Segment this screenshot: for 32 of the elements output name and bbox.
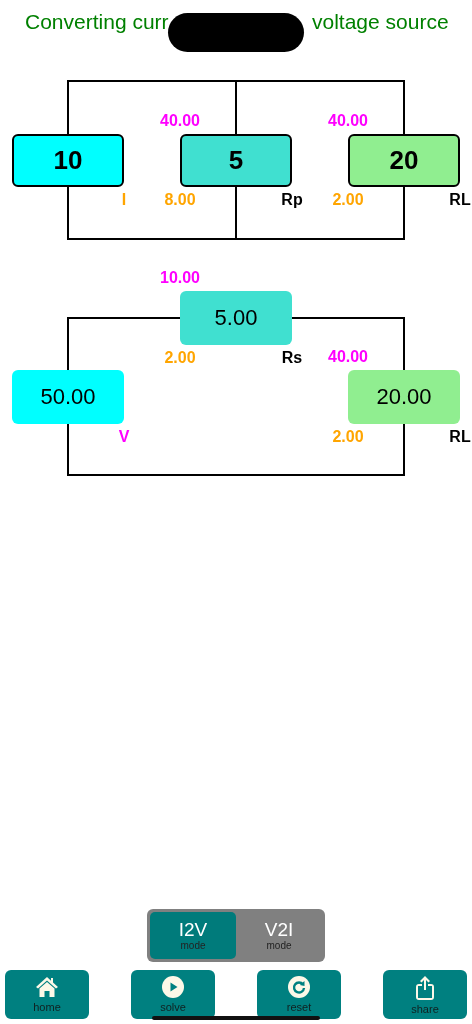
reset-icon — [288, 976, 310, 998]
resistor-box[interactable]: 20 — [348, 134, 460, 187]
mode-tab[interactable]: V2I mode — [236, 912, 322, 959]
mode-tab[interactable]: I2V mode — [150, 912, 236, 959]
reset-button[interactable]: reset — [257, 970, 341, 1019]
component-symbol: V — [118, 428, 130, 446]
share-icon — [415, 976, 435, 1000]
component-symbol: RL — [449, 191, 471, 209]
current-reading: 2.00 — [332, 428, 364, 446]
title-text: voltage source — [312, 9, 449, 35]
component-symbol: Rp — [281, 191, 303, 209]
component-symbol: Rs — [281, 349, 303, 367]
resistor-box[interactable]: 5.00 — [180, 291, 292, 345]
home-button[interactable]: home — [5, 970, 89, 1019]
resistor-box[interactable]: 20.00 — [348, 370, 460, 424]
resistor-box[interactable]: 5 — [180, 134, 292, 187]
current-reading: 2.00 — [164, 349, 196, 367]
solve-button[interactable]: solve — [131, 970, 215, 1019]
title-text: Converting curr — [25, 9, 169, 35]
source-box[interactable]: 10 — [12, 134, 124, 187]
power-reading: 40.00 — [328, 112, 368, 130]
power-reading: 40.00 — [160, 112, 200, 130]
component-symbol: RL — [449, 428, 471, 446]
source-box[interactable]: 50.00 — [12, 370, 124, 424]
component-symbol: I — [121, 191, 127, 209]
play-icon — [162, 976, 184, 998]
power-reading: 40.00 — [328, 348, 368, 366]
power-reading: 10.00 — [160, 269, 200, 287]
current-reading: 2.00 — [332, 191, 364, 209]
home-icon — [35, 976, 59, 998]
current-reading: 8.00 — [164, 191, 196, 209]
share-button[interactable]: share — [383, 970, 467, 1019]
